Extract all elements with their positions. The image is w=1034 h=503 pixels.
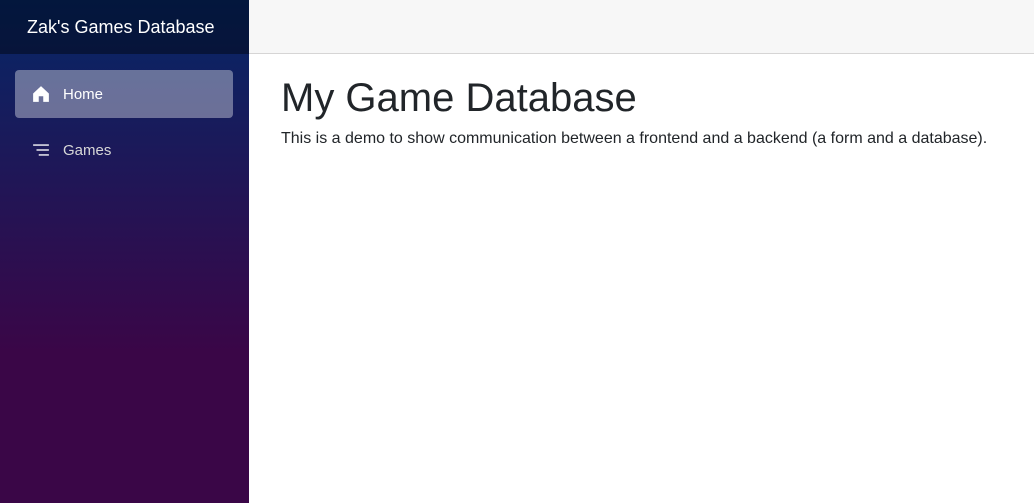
sidebar-item-games[interactable]: Games (15, 126, 233, 174)
page-content: My Game Database This is a demo to show … (249, 54, 1034, 148)
sidebar-item-label: Games (63, 141, 112, 159)
page-title: My Game Database (281, 76, 637, 120)
list-icon (31, 140, 51, 160)
home-icon (31, 84, 51, 104)
sidebar-item-label: Home (63, 85, 104, 103)
top-row (249, 0, 1034, 54)
brand-bar: Zak's Games Database (0, 0, 249, 54)
main-area: My Game Database This is a demo to show … (249, 0, 1034, 503)
sidebar-nav: Home Games (0, 54, 249, 182)
sidebar: Zak's Games Database Home Games (0, 0, 249, 503)
page-description: This is a demo to show communication bet… (281, 130, 988, 147)
brand-link[interactable]: Zak's Games Database (27, 17, 215, 38)
sidebar-item-home[interactable]: Home (15, 70, 233, 118)
